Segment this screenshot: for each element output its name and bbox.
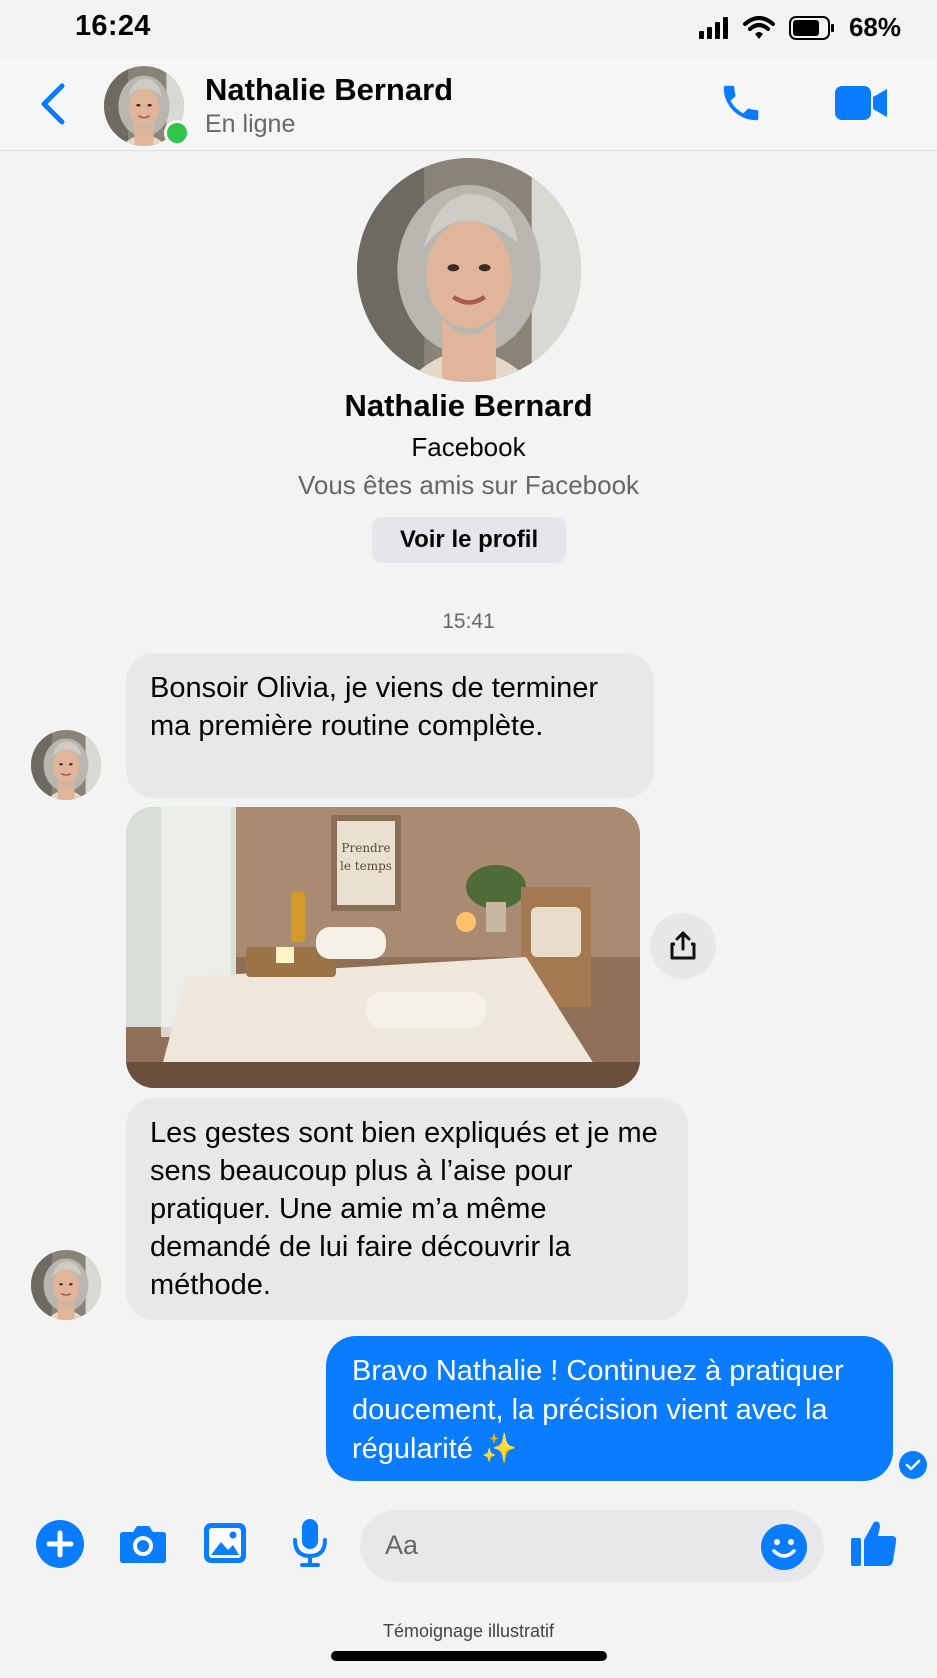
outgoing-message[interactable]: Bravo Nathalie ! Continuez à pratiquer d… — [326, 1336, 893, 1481]
share-icon — [670, 931, 696, 960]
photo-message[interactable]: Prendre le temps — [126, 807, 640, 1088]
contact-name[interactable]: Nathalie Bernard — [205, 72, 453, 108]
back-chevron-icon[interactable] — [38, 82, 66, 126]
battery-icon — [788, 15, 834, 40]
profile-source: Facebook — [411, 432, 526, 462]
status-icons: 68% — [698, 12, 901, 43]
contact-status: En ligne — [205, 110, 296, 138]
phone-icon[interactable] — [718, 80, 764, 126]
sender-avatar[interactable] — [31, 730, 101, 800]
share-button[interactable] — [650, 913, 716, 979]
footnote: Témoignage illustratif — [382, 1621, 555, 1641]
plus-icon[interactable] — [36, 1520, 84, 1568]
incoming-message[interactable]: Bonsoir Olivia, je viens de terminer ma … — [126, 653, 654, 798]
wall-sign-line-1: Prendre — [341, 841, 390, 855]
sender-avatar[interactable] — [31, 1250, 101, 1320]
profile-photo — [357, 158, 581, 382]
message-timestamp: 15:41 — [442, 610, 495, 633]
friendship-status: Vous êtes amis sur Facebook — [297, 470, 640, 500]
online-indicator — [164, 120, 190, 146]
chat-header: Nathalie Bernard En ligne — [0, 58, 937, 151]
home-indicator — [331, 1651, 607, 1661]
video-camera-icon[interactable] — [835, 86, 887, 120]
signal-icon — [698, 16, 728, 39]
wifi-icon — [742, 15, 775, 39]
wall-sign-line-2: le temps — [340, 859, 392, 873]
thumbs-up-icon[interactable] — [850, 1518, 898, 1568]
image-icon[interactable] — [203, 1522, 247, 1564]
view-profile-button[interactable]: Voir le profil — [372, 517, 566, 563]
status-time: 16:24 — [75, 10, 151, 42]
emoji-icon[interactable] — [760, 1523, 808, 1571]
battery-percent: 68% — [848, 12, 901, 42]
read-check-icon — [899, 1451, 927, 1479]
profile-name: Nathalie Bernard — [344, 388, 593, 423]
camera-icon[interactable] — [119, 1524, 167, 1564]
message-input-placeholder: Aa — [385, 1530, 419, 1560]
incoming-message[interactable]: Les gestes sont bien expliqués et je me … — [126, 1098, 688, 1320]
microphone-icon[interactable] — [292, 1518, 328, 1568]
message-input[interactable]: Aa — [360, 1510, 824, 1582]
